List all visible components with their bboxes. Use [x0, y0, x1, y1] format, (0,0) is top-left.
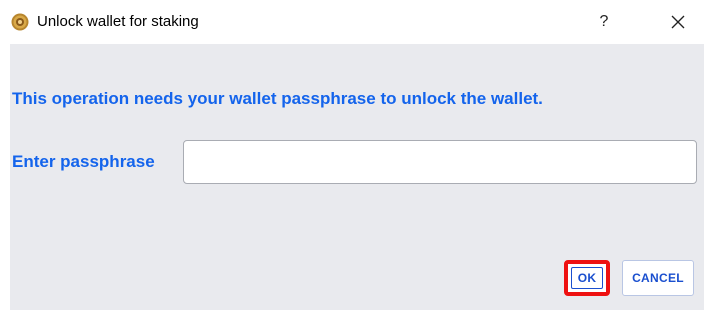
close-button[interactable]	[664, 8, 692, 36]
dialog-body: This operation needs your wallet passphr…	[10, 44, 704, 310]
ok-button-label: OK	[570, 267, 604, 289]
unlock-wallet-dialog: Unlock wallet for staking ? This operati…	[0, 0, 704, 310]
close-icon	[664, 15, 692, 40]
passphrase-label: Enter passphrase	[12, 152, 155, 171]
help-button[interactable]: ?	[592, 8, 616, 36]
info-message: This operation needs your wallet passphr…	[12, 89, 543, 108]
cancel-button[interactable]: CANCEL	[622, 260, 694, 296]
window-title: Unlock wallet for staking	[37, 13, 199, 30]
passphrase-input[interactable]	[183, 140, 697, 184]
title-bar: Unlock wallet for staking ?	[0, 0, 704, 44]
ok-button[interactable]: OK	[564, 260, 610, 296]
wallet-app-icon	[11, 13, 29, 31]
